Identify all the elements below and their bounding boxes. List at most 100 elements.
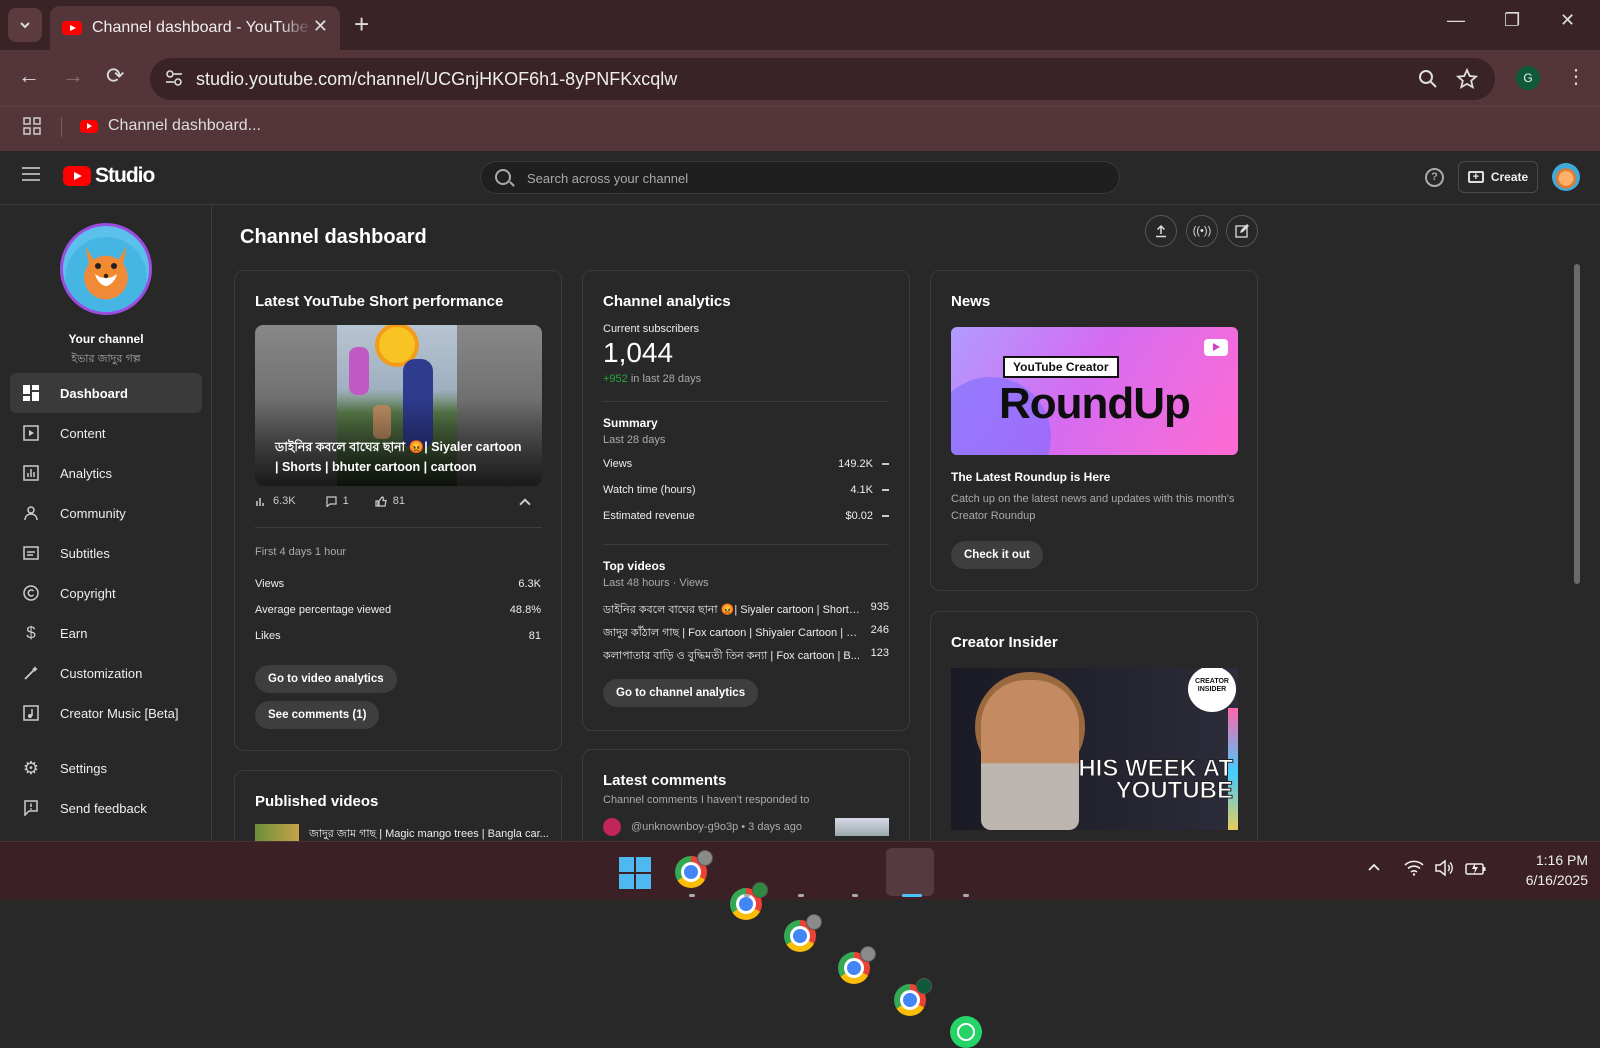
- short-comments-count: 1: [342, 495, 349, 507]
- create-button[interactable]: + Create: [1458, 161, 1538, 193]
- menu-hamburger-icon[interactable]: [22, 167, 40, 181]
- forward-button[interactable]: →: [62, 64, 84, 88]
- summary-label: Estimated revenue: [603, 510, 695, 522]
- search-input[interactable]: [527, 168, 1087, 188]
- chrome-profile-4-icon[interactable]: [838, 946, 876, 984]
- sidebar-item-customization[interactable]: Customization: [10, 653, 202, 693]
- card-title: Latest YouTube Short performance: [255, 293, 504, 310]
- sidebar-item-label: Analytics: [60, 465, 113, 481]
- create-post-icon[interactable]: [1226, 215, 1258, 247]
- running-indicator: [963, 894, 969, 897]
- top-video-row[interactable]: কলাপাতার বাড়ি ও বুদ্ধিমতী তিন কন্যা | F…: [603, 647, 889, 666]
- latest-comments-card: Latest comments Channel comments I haven…: [582, 749, 910, 841]
- wifi-icon[interactable]: [1404, 860, 1424, 881]
- top-video-row[interactable]: জাদুর কাঁঠাল গাছ | Fox cartoon | Shiyale…: [603, 624, 889, 643]
- youtube-favicon-icon: [80, 119, 98, 133]
- apps-grid-icon[interactable]: [23, 117, 41, 135]
- chrome-active-icon[interactable]: [894, 978, 932, 1016]
- studio-search[interactable]: [480, 161, 1120, 194]
- chevron-down-icon: [20, 22, 30, 29]
- go-live-icon[interactable]: ((•)): [1186, 215, 1218, 247]
- navigation-bar: ← → ⟳ studio.youtube.com/channel/UCGnjHK…: [0, 50, 1600, 106]
- browser-tab-active[interactable]: Channel dashboard - YouTube Studio ✕: [50, 6, 340, 50]
- bookmark-channel-dashboard[interactable]: Channel dashboard...: [80, 117, 261, 135]
- upload-icon[interactable]: [1145, 215, 1177, 247]
- go-to-video-analytics-button[interactable]: Go to video analytics: [255, 665, 397, 693]
- address-bar[interactable]: studio.youtube.com/channel/UCGnjHKOF6h1-…: [150, 58, 1495, 100]
- bookmark-star-icon[interactable]: [1456, 68, 1478, 90]
- chrome-profile-3-icon[interactable]: [784, 914, 822, 952]
- sidebar-item-creator-music[interactable]: Creator Music [Beta]: [10, 693, 202, 733]
- summary-period: Last 28 days: [603, 434, 666, 446]
- tab-search-button[interactable]: [8, 8, 42, 42]
- summary-title: Summary: [603, 416, 658, 430]
- sidebar-item-label: Earn: [60, 625, 88, 641]
- commenter-avatar: [603, 818, 621, 836]
- new-tab-button[interactable]: +: [354, 10, 369, 38]
- page-scrollbar[interactable]: [1574, 264, 1580, 584]
- restore-button[interactable]: ❐: [1504, 10, 1520, 31]
- summary-row: Watch time (hours) 4.1K: [603, 484, 889, 496]
- comment-row[interactable]: @unknownboy-g9o3p • 3 days ago: [603, 818, 802, 836]
- browser-menu-icon[interactable]: ⋮: [1566, 64, 1586, 89]
- sidebar-item-community[interactable]: Community: [10, 493, 202, 533]
- trend-flat-icon: [882, 489, 889, 491]
- subscribers-delta-row: +952 in last 28 days: [603, 373, 701, 385]
- published-videos-card: Published videos জাদুর জাম গাছ | Magic m…: [234, 770, 562, 841]
- sidebar-item-analytics[interactable]: Analytics: [10, 453, 202, 493]
- stat-label: Likes: [255, 630, 281, 642]
- channel-avatar[interactable]: [60, 223, 152, 315]
- chrome-profile-1-icon[interactable]: [675, 850, 713, 888]
- summary-row: Estimated revenue $0.02: [603, 510, 889, 522]
- system-clock[interactable]: 1:16 PM 6/16/2025: [1498, 850, 1588, 890]
- tray-overflow-icon[interactable]: [1367, 860, 1381, 879]
- minimize-button[interactable]: —: [1447, 10, 1465, 31]
- published-video-row[interactable]: জাদুর জাম গাছ | Magic mango trees | Bang…: [255, 824, 549, 841]
- reload-button[interactable]: ⟳: [106, 64, 124, 88]
- news-image[interactable]: YouTube Creator RoundUp: [951, 327, 1238, 455]
- sidebar-item-label: Community: [60, 505, 126, 521]
- clock-time: 1:16 PM: [1535, 852, 1588, 868]
- chrome-profile-2-icon[interactable]: [730, 882, 768, 920]
- see-comments-button[interactable]: See comments (1): [255, 701, 380, 729]
- go-to-channel-analytics-button[interactable]: Go to channel analytics: [603, 679, 759, 707]
- close-window-button[interactable]: ✕: [1560, 10, 1575, 31]
- top-video-row[interactable]: ডাইনির কবলে বাঘের ছানা 😡| Siyaler cartoo…: [603, 601, 889, 620]
- account-avatar[interactable]: [1552, 163, 1580, 191]
- sidebar-item-subtitles[interactable]: Subtitles: [10, 533, 202, 573]
- create-label: Create: [1490, 170, 1529, 184]
- sidebar-item-content[interactable]: Content: [10, 413, 202, 453]
- help-icon[interactable]: ?: [1425, 168, 1444, 187]
- running-indicator: [852, 894, 858, 897]
- card-title: Published videos: [255, 793, 379, 810]
- check-it-out-button[interactable]: Check it out: [951, 541, 1043, 569]
- sidebar-item-feedback[interactable]: Send feedback: [10, 788, 202, 828]
- summary-value: 4.1K: [850, 484, 873, 496]
- profile-avatar[interactable]: G: [1516, 66, 1540, 90]
- sidebar-item-settings[interactable]: ⚙ Settings: [10, 748, 202, 788]
- volume-icon[interactable]: [1434, 859, 1454, 881]
- top-video-title: ডাইনির কবলে বাঘের ছানা 😡| Siyaler cartoo…: [603, 604, 861, 616]
- chevron-up-icon[interactable]: [519, 498, 531, 510]
- close-tab-icon[interactable]: ✕: [313, 16, 328, 37]
- creator-insider-video[interactable]: CREATOR INSIDER THIS WEEK AT YOUTUBE: [951, 668, 1238, 830]
- zoom-icon[interactable]: [1418, 69, 1438, 89]
- top-videos-period: Last 48 hours · Views: [603, 577, 709, 589]
- analytics-icon: [22, 464, 40, 482]
- battery-icon[interactable]: [1465, 860, 1487, 881]
- sidebar-item-dashboard[interactable]: Dashboard: [10, 373, 202, 413]
- profile-badge: [916, 978, 932, 994]
- back-button[interactable]: ←: [18, 64, 40, 88]
- sidebar-item-earn[interactable]: $ Earn: [10, 613, 202, 653]
- windows-start-icon[interactable]: [619, 857, 651, 889]
- short-video-title: ডাইনির কবলে বাঘের ছানা 😡| Siyaler cartoo…: [275, 440, 522, 474]
- studio-logo[interactable]: Studio: [63, 164, 155, 188]
- sidebar-item-label: Settings: [60, 760, 107, 776]
- sidebar-item-copyright[interactable]: Copyright: [10, 573, 202, 613]
- site-info-icon[interactable]: [164, 68, 184, 88]
- running-indicator: [798, 894, 804, 897]
- news-body: Catch up on the latest news and updates …: [951, 493, 1235, 522]
- whatsapp-icon[interactable]: [950, 1016, 982, 1048]
- short-thumbnail[interactable]: ডাইনির কবলে বাঘের ছানা 😡| Siyaler cartoo…: [255, 325, 542, 486]
- profile-badge: [752, 882, 768, 898]
